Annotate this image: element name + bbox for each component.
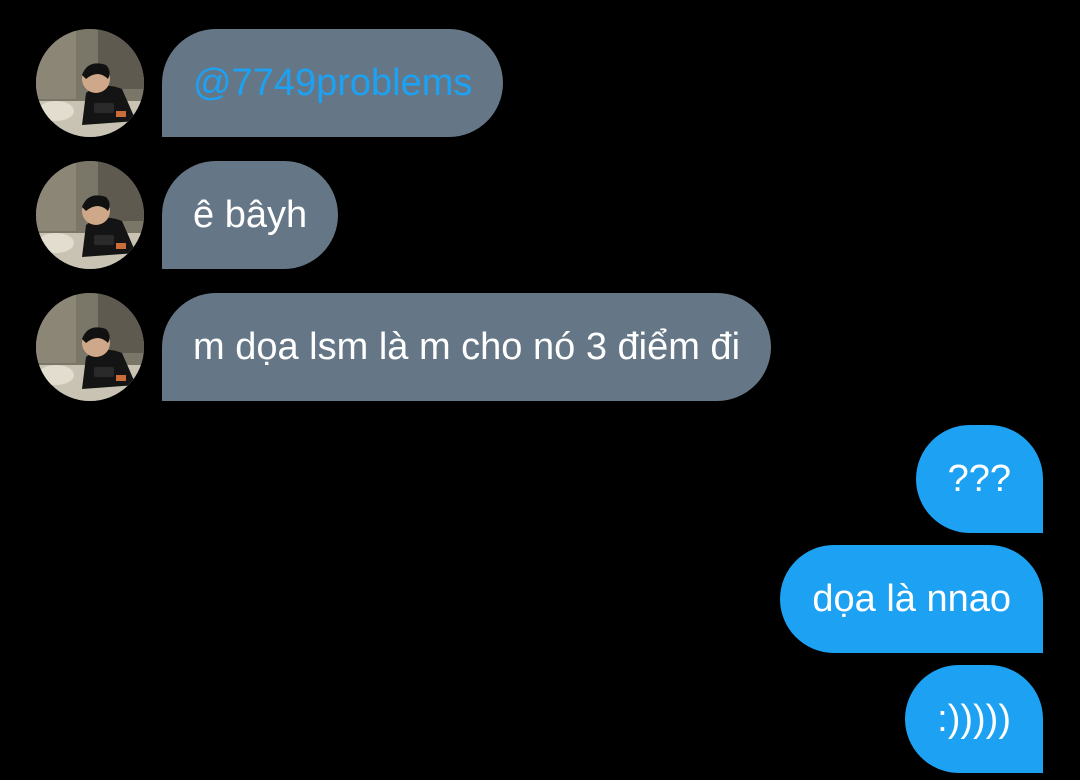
message-text: m dọa lsm là m cho nó 3 điểm đi: [193, 326, 741, 368]
message-text: :))))): [937, 698, 1011, 740]
avatar-photo-icon: [36, 293, 144, 401]
avatar-photo-icon: [36, 29, 144, 137]
message-text: ???: [947, 458, 1011, 500]
message-text: ê bâyh: [193, 194, 308, 236]
user-mention-link[interactable]: @7749problems: [193, 62, 472, 104]
received-message-bubble[interactable]: ê bâyh: [162, 161, 339, 269]
sender-avatar[interactable]: [36, 161, 144, 269]
avatar-photo-icon: [36, 161, 144, 269]
sent-message-bubble[interactable]: dọa là nnao: [780, 545, 1043, 653]
sender-avatar[interactable]: [36, 29, 144, 137]
sender-avatar[interactable]: [36, 293, 144, 401]
message-text: dọa là nnao: [812, 578, 1011, 620]
received-message-bubble[interactable]: @7749problems: [162, 29, 504, 137]
sent-message-bubble[interactable]: :))))): [905, 665, 1043, 773]
received-message-bubble[interactable]: m dọa lsm là m cho nó 3 điểm đi: [162, 293, 772, 401]
sent-message-bubble[interactable]: ???: [915, 425, 1043, 533]
